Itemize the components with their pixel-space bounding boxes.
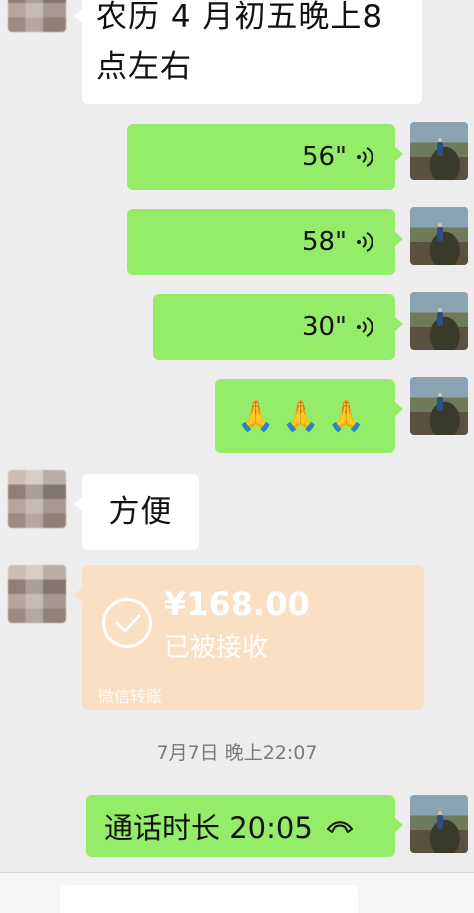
- emoji-message[interactable]: 🙏🙏🙏: [215, 379, 403, 453]
- voice-duration: 30": [301, 312, 347, 342]
- voice-message-1[interactable]: 56": [127, 124, 403, 190]
- chat-area: 农历 4 月初五晚上8 点左右 56" 58" 30" 🙏🙏🙏 方便 ¥168.…: [0, 0, 474, 872]
- transfer-brand: 微信转账: [98, 687, 163, 706]
- contact-avatar[interactable]: [8, 565, 66, 623]
- my-avatar[interactable]: [410, 795, 468, 853]
- voice-duration: 56": [301, 142, 347, 172]
- message-input[interactable]: [60, 885, 358, 913]
- transfer-card[interactable]: ¥168.00 已被接收 微信转账: [74, 565, 424, 710]
- my-avatar[interactable]: [410, 207, 468, 265]
- message-bubble-reply[interactable]: 方便: [74, 474, 199, 550]
- my-avatar[interactable]: [410, 292, 468, 350]
- my-avatar[interactable]: [410, 122, 468, 180]
- transfer-amount: ¥168.00: [164, 585, 310, 623]
- contact-avatar[interactable]: [8, 470, 66, 528]
- contact-avatar[interactable]: [8, 0, 66, 32]
- voice-message-3[interactable]: 30": [153, 294, 403, 360]
- voice-wave-icon: [357, 147, 373, 167]
- voice-wave-icon: [357, 232, 373, 252]
- pray-emoji: 🙏🙏🙏: [236, 398, 374, 434]
- call-record-message[interactable]: 通话时长 20:05: [86, 795, 403, 857]
- input-bar: [0, 872, 474, 913]
- message-bubble-lunar-date[interactable]: 农历 4 月初五晚上8 点左右: [74, 0, 422, 104]
- message-timestamp: 7月7日 晚上22:07: [156, 742, 318, 764]
- voice-wave-icon: [357, 317, 373, 337]
- phone-hangup-icon: [326, 821, 353, 833]
- voice-duration: 58": [301, 227, 347, 257]
- my-avatar[interactable]: [410, 377, 468, 435]
- check-circle-icon: [102, 598, 152, 648]
- call-duration: 通话时长 20:05: [104, 811, 313, 845]
- message-text: 农历 4 月初五晚上8 点左右: [96, 0, 384, 85]
- voice-message-2[interactable]: 58": [127, 209, 403, 275]
- transfer-status: 已被接收: [164, 633, 269, 663]
- message-text: 方便: [108, 494, 173, 530]
